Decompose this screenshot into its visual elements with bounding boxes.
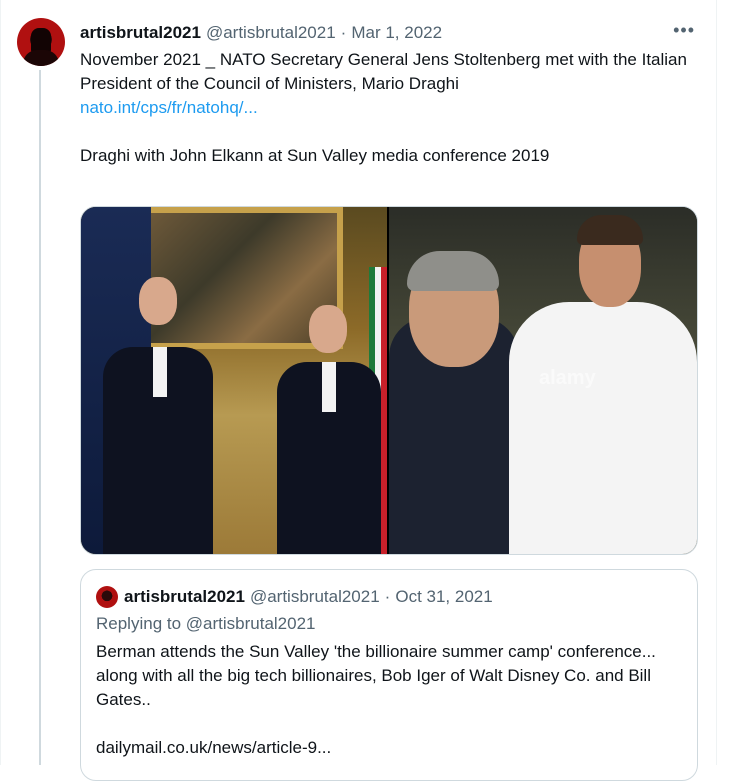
timeline-left-border bbox=[0, 0, 1, 765]
quoted-text: Berman attends the Sun Valley 'the billi… bbox=[96, 640, 686, 760]
photo-sun-valley[interactable]: alamy bbox=[389, 207, 697, 554]
replying-to: Replying to @artisbrutal2021 bbox=[96, 614, 316, 633]
media-grid: alamy bbox=[80, 206, 698, 555]
tweet-link[interactable]: nato.int/cps/fr/natohq/... bbox=[80, 98, 258, 117]
display-name[interactable]: artisbrutal2021 bbox=[80, 23, 201, 43]
handle[interactable]: @artisbrutal2021 bbox=[206, 23, 336, 43]
avatar-shoulders bbox=[23, 50, 59, 66]
quoted-avatar bbox=[96, 586, 118, 608]
quoted-text-line: Berman attends the Sun Valley 'the billi… bbox=[96, 642, 656, 709]
hair bbox=[407, 251, 499, 291]
quoted-handle: @artisbrutal2021 bbox=[249, 587, 380, 606]
thread-connector-line bbox=[39, 70, 41, 765]
separator-dot: · bbox=[340, 23, 347, 42]
tweet-text-line: Draghi with John Elkann at Sun Valley me… bbox=[80, 146, 550, 165]
quoted-header: artisbrutal2021 @artisbrutal2021 · Oct 3… bbox=[124, 586, 493, 608]
separator-dot: · bbox=[384, 587, 391, 606]
tweet-text-line: November 2021 _ NATO Secretary General J… bbox=[80, 50, 687, 93]
timeline-right-border bbox=[716, 0, 717, 765]
quoted-link: dailymail.co.uk/news/article-9... bbox=[96, 738, 332, 757]
quoted-timestamp: Oct 31, 2021 bbox=[395, 587, 493, 606]
quoted-tweet[interactable]: artisbrutal2021 @artisbrutal2021 · Oct 3… bbox=[80, 569, 698, 781]
timestamp[interactable]: Mar 1, 2022 bbox=[351, 23, 442, 43]
hair bbox=[577, 215, 643, 245]
head bbox=[139, 277, 177, 325]
avatar[interactable] bbox=[17, 18, 65, 66]
person-right bbox=[509, 302, 697, 554]
head bbox=[309, 305, 347, 353]
tweet-text: November 2021 _ NATO Secretary General J… bbox=[80, 48, 700, 168]
photo-nato-meeting[interactable] bbox=[81, 207, 387, 554]
shirt bbox=[153, 347, 167, 397]
watermark: alamy bbox=[539, 367, 596, 389]
more-horizontal-icon[interactable]: ••• bbox=[673, 20, 695, 41]
tweet-header: artisbrutal2021 @artisbrutal2021 · Mar 1… bbox=[80, 21, 693, 45]
shirt bbox=[322, 362, 336, 412]
quoted-display-name: artisbrutal2021 bbox=[124, 587, 245, 606]
